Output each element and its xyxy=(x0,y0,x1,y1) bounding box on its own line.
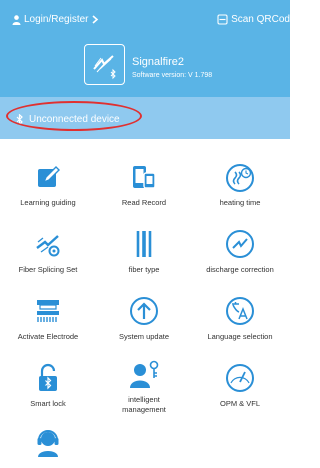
login-label: Login/Register xyxy=(24,14,89,25)
menu-item-intelligent-management[interactable]: intelligent management xyxy=(96,357,192,415)
discharge-icon xyxy=(226,230,254,258)
app-header: Login/Register Scan QRCod Signalfire2 So… xyxy=(0,0,290,97)
menu-item-label: Learning guiding xyxy=(20,198,76,207)
menu-item-fiber-type[interactable]: fiber type xyxy=(96,227,192,275)
highlight-ring xyxy=(6,101,142,131)
update-icon xyxy=(130,297,158,325)
menu-item-label-line: intelligent xyxy=(128,395,160,404)
software-version: Software version: V 1.798 xyxy=(132,72,213,79)
menu-item-heating-time[interactable]: heating time xyxy=(192,160,288,208)
menu-item-activate-electrode[interactable]: Activate Electrode xyxy=(0,294,96,342)
menu-item-learning-guiding[interactable]: Learning guiding xyxy=(0,160,96,208)
menu-item-label: Fiber Splicing Set xyxy=(18,265,78,274)
menu-item-label: Smart lock xyxy=(30,399,66,408)
fiber-icon xyxy=(136,231,152,257)
lock-icon xyxy=(39,363,57,391)
electrode-icon xyxy=(37,300,59,322)
menu-item-label: discharge correction xyxy=(206,265,274,274)
menu-item-discharge-correction[interactable]: discharge correction xyxy=(192,227,288,275)
splice-settings-icon xyxy=(36,235,60,257)
bluetooth-icon xyxy=(110,68,116,80)
language-icon xyxy=(226,297,254,325)
app-logo xyxy=(84,44,125,85)
gauge-icon xyxy=(226,364,254,392)
menu-item-label-line: management xyxy=(122,405,166,414)
devices-icon xyxy=(133,166,156,189)
menu-item-customer-support[interactable] xyxy=(0,426,96,460)
user-icon xyxy=(12,14,21,25)
menu-item-smart-lock[interactable]: Smart lock xyxy=(0,361,96,409)
heat-timer-icon xyxy=(226,164,254,192)
edit-icon xyxy=(38,166,60,187)
login-register-link[interactable]: Login/Register xyxy=(12,14,99,25)
support-icon xyxy=(37,430,59,457)
chevron-right-icon xyxy=(92,15,99,24)
menu-item-fiber-splicing-set[interactable]: Fiber Splicing Set xyxy=(0,227,96,275)
menu-item-system-update[interactable]: System update xyxy=(96,294,192,342)
menu-item-read-record[interactable]: Read Record xyxy=(96,160,192,208)
scan-icon xyxy=(217,14,228,25)
menu-item-language-selection[interactable]: Language selection xyxy=(192,294,288,342)
menu-item-opm-vfl[interactable]: OPM & VFL xyxy=(192,361,288,409)
app-name: Signalfire2 xyxy=(132,56,184,68)
menu-item-label: intelligent management xyxy=(96,395,192,415)
scan-label: Scan QRCod xyxy=(231,14,290,25)
menu-item-label: Activate Electrode xyxy=(17,332,79,341)
connection-status-bar: Unconnected device xyxy=(0,97,290,139)
menu-item-label: System update xyxy=(118,332,170,341)
menu-item-label: Language selection xyxy=(207,332,273,341)
menu-item-label: heating time xyxy=(219,198,261,207)
menu-item-label: OPM & VFL xyxy=(219,399,260,408)
user-key-icon xyxy=(130,360,159,388)
menu-item-label: Read Record xyxy=(121,198,167,207)
menu-item-label: fiber type xyxy=(128,265,160,274)
lightning-icon xyxy=(93,55,114,70)
scan-qrcode-button[interactable]: Scan QRCod xyxy=(217,14,290,25)
